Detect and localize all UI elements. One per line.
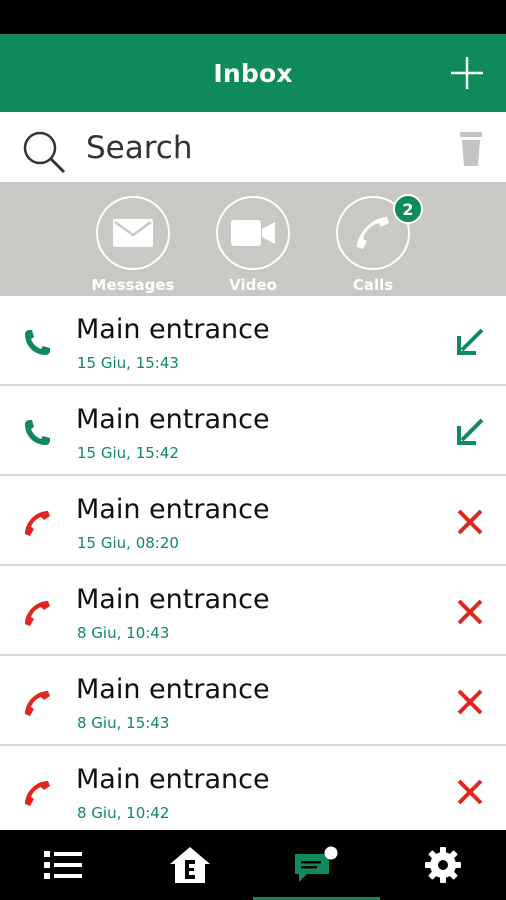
trash-icon[interactable] (458, 130, 484, 168)
nav-list-button[interactable] (0, 830, 127, 900)
phone-green-icon (25, 420, 50, 445)
app-root: Inbox Messages (0, 0, 506, 900)
phone-icon (357, 217, 389, 249)
phone-missed-icon (25, 691, 50, 716)
add-button[interactable] (450, 56, 484, 90)
missed-cross-icon (457, 779, 483, 805)
page-title: Inbox (213, 58, 293, 88)
call-title: Main entrance (76, 674, 270, 705)
missed-cross-icon (457, 599, 483, 625)
envelope-icon (113, 219, 153, 247)
call-time: 8 Giu, 10:43 (77, 624, 170, 642)
call-title: Main entrance (76, 314, 270, 345)
call-time: 15 Giu, 15:43 (77, 354, 179, 372)
missed-cross-icon (457, 689, 483, 715)
plus-icon (451, 57, 483, 89)
nav-home-button[interactable] (127, 830, 254, 900)
phone-missed-icon (25, 781, 50, 806)
call-title: Main entrance (76, 764, 270, 795)
call-time: 15 Giu, 08:20 (77, 534, 179, 552)
filter-ring (216, 196, 290, 270)
call-row[interactable]: Main entrance 15 Giu, 08:20 (0, 476, 506, 566)
gear-icon (424, 847, 461, 883)
call-row[interactable]: Main entrance 8 Giu, 10:43 (0, 566, 506, 656)
filter-ring (96, 196, 170, 270)
status-bar (0, 0, 506, 34)
search-bar (0, 112, 506, 184)
filter-strip: Messages Video 2 Calls (0, 184, 506, 296)
search-icon (23, 131, 66, 174)
phone-missed-icon (25, 511, 50, 536)
filter-calls-button[interactable]: 2 Calls (335, 194, 423, 296)
nav-messages-button[interactable] (253, 830, 380, 900)
bottom-nav (0, 830, 506, 900)
filter-messages-button[interactable]: Messages (92, 196, 174, 296)
chat-bubble-icon (295, 846, 338, 882)
home-icon (169, 847, 210, 883)
call-list: Main entrance 15 Giu, 15:43 Main entranc… (0, 296, 506, 830)
call-time: 8 Giu, 10:42 (77, 804, 170, 822)
call-title: Main entrance (76, 494, 270, 525)
nav-settings-button[interactable] (380, 830, 506, 900)
app-header: Inbox (0, 34, 506, 112)
call-row[interactable]: Main entrance 8 Giu, 10:42 (0, 746, 506, 836)
call-title: Main entrance (76, 584, 270, 615)
phone-green-icon (25, 330, 50, 355)
phone-missed-icon (25, 601, 50, 626)
call-title: Main entrance (76, 404, 270, 435)
filter-messages-label: Messages (91, 276, 175, 294)
filter-video-label: Video (229, 276, 277, 294)
missed-cross-icon (457, 509, 483, 535)
video-camera-icon (231, 220, 275, 246)
call-row[interactable]: Main entrance 15 Giu, 15:42 (0, 386, 506, 476)
call-time: 8 Giu, 15:43 (77, 714, 170, 732)
call-row[interactable]: Main entrance 15 Giu, 15:43 (0, 296, 506, 386)
call-row[interactable]: Main entrance 8 Giu, 15:43 (0, 656, 506, 746)
filter-video-button[interactable]: Video (215, 196, 291, 296)
calls-count-badge: 2 (393, 194, 423, 224)
filter-calls-label: Calls (352, 276, 394, 294)
call-time: 15 Giu, 15:42 (77, 444, 179, 462)
incoming-arrow-icon (457, 418, 484, 445)
list-icon (44, 851, 83, 879)
search-input[interactable] (86, 126, 426, 170)
incoming-arrow-icon (457, 328, 484, 355)
